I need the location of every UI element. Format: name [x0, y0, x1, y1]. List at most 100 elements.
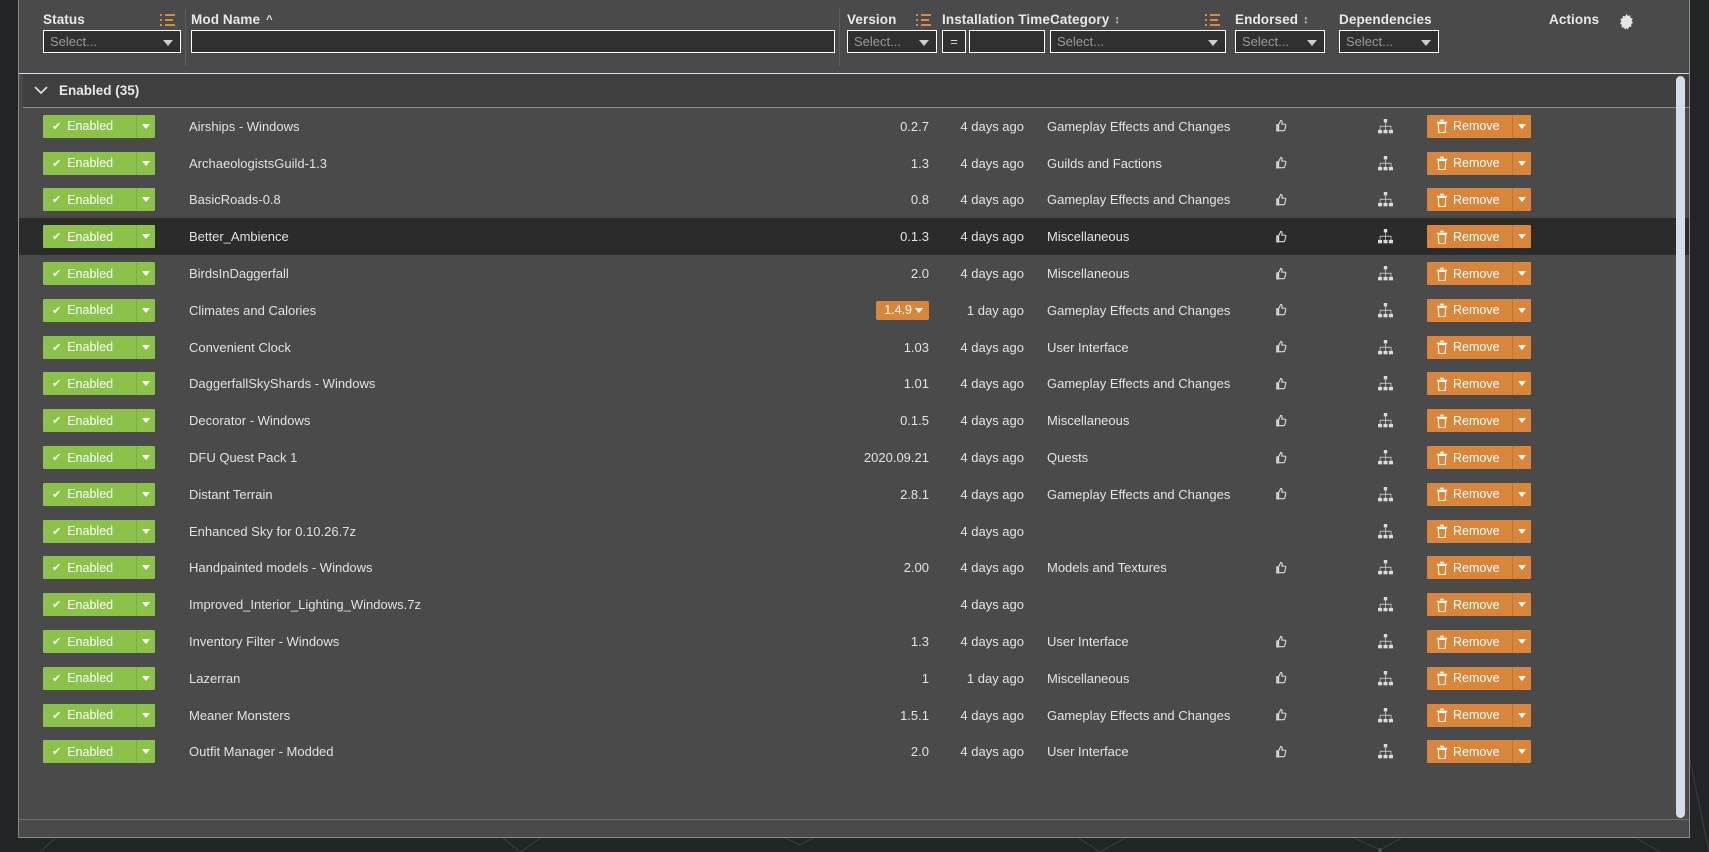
- remove-button[interactable]: Remove: [1427, 262, 1531, 286]
- table-row[interactable]: ✔ Enabled BirdsInDaggerfall 2.0 4 days ago Mi…: [19, 255, 1689, 292]
- table-row[interactable]: ✔ Enabled Climates and Calories 1.4.9 1 day …: [19, 291, 1689, 329]
- filter-list-icon[interactable]: [916, 13, 931, 26]
- status-toggle-button[interactable]: ✔ Enabled: [43, 335, 155, 359]
- version-badge[interactable]: 1.4.9: [876, 300, 929, 320]
- endorsed-filter-select[interactable]: Select...: [1235, 30, 1325, 53]
- dependencies-cell[interactable]: [1354, 513, 1416, 550]
- table-row[interactable]: ✔ Enabled Convenient Clock 1.03 4 days ago Us…: [19, 328, 1689, 366]
- sitemap-icon[interactable]: [1377, 339, 1394, 355]
- dependencies-cell[interactable]: [1354, 292, 1416, 329]
- remove-button[interactable]: Remove: [1427, 666, 1531, 690]
- table-row[interactable]: ✔ Enabled BasicRoads-0.8 0.8 4 days ago Gamep…: [19, 181, 1689, 219]
- thumbs-up-icon[interactable]: [1273, 192, 1288, 208]
- remove-button[interactable]: Remove: [1427, 556, 1531, 580]
- status-dropdown-toggle[interactable]: [136, 740, 155, 764]
- remove-dropdown-toggle[interactable]: [1512, 666, 1531, 690]
- sitemap-icon[interactable]: [1377, 744, 1394, 759]
- remove-button[interactable]: Remove: [1427, 409, 1531, 433]
- dependencies-cell[interactable]: [1354, 218, 1416, 255]
- remove-dropdown-toggle[interactable]: [1512, 556, 1531, 580]
- status-toggle-button[interactable]: ✔ Enabled: [43, 740, 155, 764]
- status-dropdown-toggle[interactable]: [136, 409, 155, 433]
- dependencies-cell[interactable]: [1354, 366, 1416, 403]
- status-toggle-button[interactable]: ✔ Enabled: [43, 188, 155, 212]
- status-filter-select[interactable]: Select...: [43, 30, 181, 53]
- remove-button[interactable]: Remove: [1427, 372, 1531, 396]
- dependencies-cell[interactable]: [1354, 734, 1416, 771]
- status-dropdown-toggle[interactable]: [136, 556, 155, 580]
- status-toggle-button[interactable]: ✔ Enabled: [43, 114, 155, 138]
- endorsed-cell[interactable]: [1249, 218, 1311, 255]
- sitemap-icon[interactable]: [1377, 670, 1394, 686]
- dependencies-cell[interactable]: [1354, 697, 1416, 734]
- remove-button[interactable]: Remove: [1427, 225, 1531, 249]
- sitemap-icon[interactable]: [1377, 229, 1394, 244]
- status-toggle-button[interactable]: ✔ Enabled: [43, 630, 155, 654]
- remove-dropdown-toggle[interactable]: [1512, 409, 1531, 433]
- gear-icon[interactable]: [1617, 13, 1636, 37]
- table-row[interactable]: ✔ Enabled Lazerran 1 1 day ago Miscellaneous R…: [19, 659, 1689, 697]
- thumbs-up-icon[interactable]: [1273, 229, 1288, 245]
- remove-button[interactable]: Remove: [1427, 482, 1531, 506]
- remove-dropdown-toggle[interactable]: [1512, 703, 1531, 727]
- remove-dropdown-toggle[interactable]: [1512, 114, 1531, 138]
- status-toggle-button[interactable]: ✔ Enabled: [43, 593, 155, 617]
- remove-dropdown-toggle[interactable]: [1512, 372, 1531, 396]
- status-toggle-button[interactable]: ✔ Enabled: [43, 446, 155, 470]
- table-row[interactable]: ✔ Enabled Decorator - Windows 0.1.5 4 days a…: [19, 402, 1689, 440]
- endorsed-cell[interactable]: [1249, 660, 1311, 697]
- table-row[interactable]: ✔ Enabled ArchaeologistsGuild-1.3 1.3 4 days…: [19, 144, 1689, 182]
- sitemap-icon[interactable]: [1377, 192, 1394, 207]
- category-filter-select[interactable]: Select...: [1050, 30, 1226, 53]
- status-toggle-button[interactable]: ✔ Enabled: [43, 225, 155, 249]
- sitemap-icon[interactable]: [1377, 118, 1394, 134]
- dependencies-cell[interactable]: [1354, 108, 1416, 145]
- table-row[interactable]: ✔ Enabled Enhanced Sky for 0.10.26.7z 4 day…: [19, 512, 1689, 550]
- status-dropdown-toggle[interactable]: [136, 262, 155, 286]
- remove-dropdown-toggle[interactable]: [1512, 446, 1531, 470]
- remove-button[interactable]: Remove: [1427, 446, 1531, 470]
- sitemap-icon[interactable]: [1377, 707, 1394, 723]
- dependencies-cell[interactable]: [1354, 145, 1416, 182]
- sitemap-icon[interactable]: [1377, 266, 1394, 281]
- sort-toggle-icon[interactable]: ↕: [1303, 14, 1309, 26]
- sitemap-icon[interactable]: [1377, 413, 1394, 428]
- dependencies-cell[interactable]: [1354, 660, 1416, 697]
- chevron-down-icon[interactable]: [23, 82, 59, 99]
- table-row[interactable]: ✔ Enabled Distant Terrain 2.8.1 4 days ago Ga…: [19, 475, 1689, 513]
- status-dropdown-toggle[interactable]: [136, 630, 155, 654]
- status-toggle-button[interactable]: ✔ Enabled: [43, 519, 155, 543]
- endorsed-cell[interactable]: [1249, 734, 1311, 771]
- dependencies-cell[interactable]: [1354, 476, 1416, 513]
- remove-button[interactable]: Remove: [1427, 298, 1531, 322]
- remove-dropdown-toggle[interactable]: [1512, 630, 1531, 654]
- status-dropdown-toggle[interactable]: [136, 114, 155, 138]
- sort-toggle-icon[interactable]: ↕: [1114, 14, 1120, 26]
- table-row[interactable]: ✔ Enabled DFU Quest Pack 1 2020.09.21 4 days…: [19, 439, 1689, 476]
- scrollbar-thumb[interactable]: [1676, 76, 1685, 818]
- sitemap-icon[interactable]: [1377, 450, 1394, 465]
- thumbs-up-icon[interactable]: [1273, 707, 1288, 723]
- endorsed-cell[interactable]: [1249, 366, 1311, 403]
- table-row[interactable]: ✔ Enabled DaggerfallSkyShards - Windows 1.0…: [19, 365, 1689, 403]
- thumbs-up-icon[interactable]: [1273, 560, 1288, 576]
- remove-dropdown-toggle[interactable]: [1512, 482, 1531, 506]
- status-dropdown-toggle[interactable]: [136, 519, 155, 543]
- endorsed-cell[interactable]: [1249, 513, 1311, 550]
- status-dropdown-toggle[interactable]: [136, 225, 155, 249]
- sitemap-icon[interactable]: [1377, 597, 1394, 612]
- status-dropdown-toggle[interactable]: [136, 188, 155, 212]
- remove-dropdown-toggle[interactable]: [1512, 593, 1531, 617]
- endorsed-cell[interactable]: [1249, 292, 1311, 329]
- remove-dropdown-toggle[interactable]: [1512, 151, 1531, 175]
- endorsed-cell[interactable]: [1249, 329, 1311, 366]
- mod-name-filter-input[interactable]: [191, 30, 835, 53]
- status-dropdown-toggle[interactable]: [136, 298, 155, 322]
- sitemap-icon[interactable]: [1377, 560, 1394, 575]
- endorsed-cell[interactable]: [1249, 697, 1311, 734]
- sitemap-icon[interactable]: [1377, 523, 1394, 539]
- dependencies-cell[interactable]: [1354, 550, 1416, 587]
- installation-time-operator[interactable]: =: [942, 30, 966, 53]
- sort-asc-icon[interactable]: ^: [266, 14, 272, 26]
- thumbs-up-icon[interactable]: [1273, 413, 1288, 429]
